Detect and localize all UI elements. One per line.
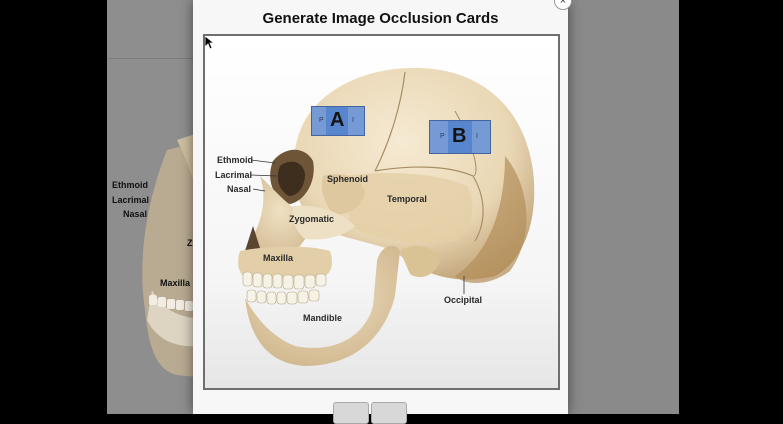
background-label-nasal: Nasal xyxy=(123,209,148,219)
background-skull-image xyxy=(142,130,207,378)
occlusion-b-marker-left: P xyxy=(440,133,445,140)
occlusion-a-marker-left: P xyxy=(319,117,324,124)
image-label-ethmoid: Ethmoid xyxy=(217,155,253,165)
image-label-lacrimal: Lacrimal xyxy=(215,170,252,180)
occlusion-box-b[interactable]: P B I xyxy=(429,120,491,154)
occlusion-b-marker-right: I xyxy=(476,133,478,140)
image-label-nasal: Nasal xyxy=(227,184,251,194)
image-label-mandible: Mandible xyxy=(303,313,342,323)
occlusion-a-label: A xyxy=(330,109,345,131)
image-label-sphenoid: Sphenoid xyxy=(327,174,368,184)
image-label-maxilla: Maxilla xyxy=(263,253,294,263)
occlusion-b-label: B xyxy=(452,125,467,147)
background-label-maxilla: Maxilla xyxy=(160,278,191,288)
occlusion-box-a[interactable]: P A I xyxy=(311,106,365,136)
mouse-cursor-icon xyxy=(205,36,216,50)
occlusion-canvas[interactable]: Ethmoid Lacrimal Nasal Sphenoid Temporal… xyxy=(203,34,560,390)
image-label-temporal: Temporal xyxy=(387,194,427,204)
image-occlusion-dialog: Generate Image Occlusion Cards × Ethmoid… xyxy=(193,0,572,424)
toolbar-button-1[interactable] xyxy=(333,402,369,424)
background-label-ethmoid: Ethmoid xyxy=(112,180,148,190)
toolbar-button-2[interactable] xyxy=(371,402,407,424)
dialog-title: Generate Image Occlusion Cards xyxy=(262,10,499,27)
background-right-panel xyxy=(567,0,679,414)
background-label-lacrimal: Lacrimal xyxy=(112,195,150,205)
image-label-occipital: Occipital xyxy=(444,295,482,305)
occlusion-a-marker-right: I xyxy=(352,117,354,124)
image-label-zygomatic: Zygomatic xyxy=(289,214,334,224)
skull-image: Ethmoid Lacrimal Nasal Sphenoid Temporal… xyxy=(205,36,558,388)
